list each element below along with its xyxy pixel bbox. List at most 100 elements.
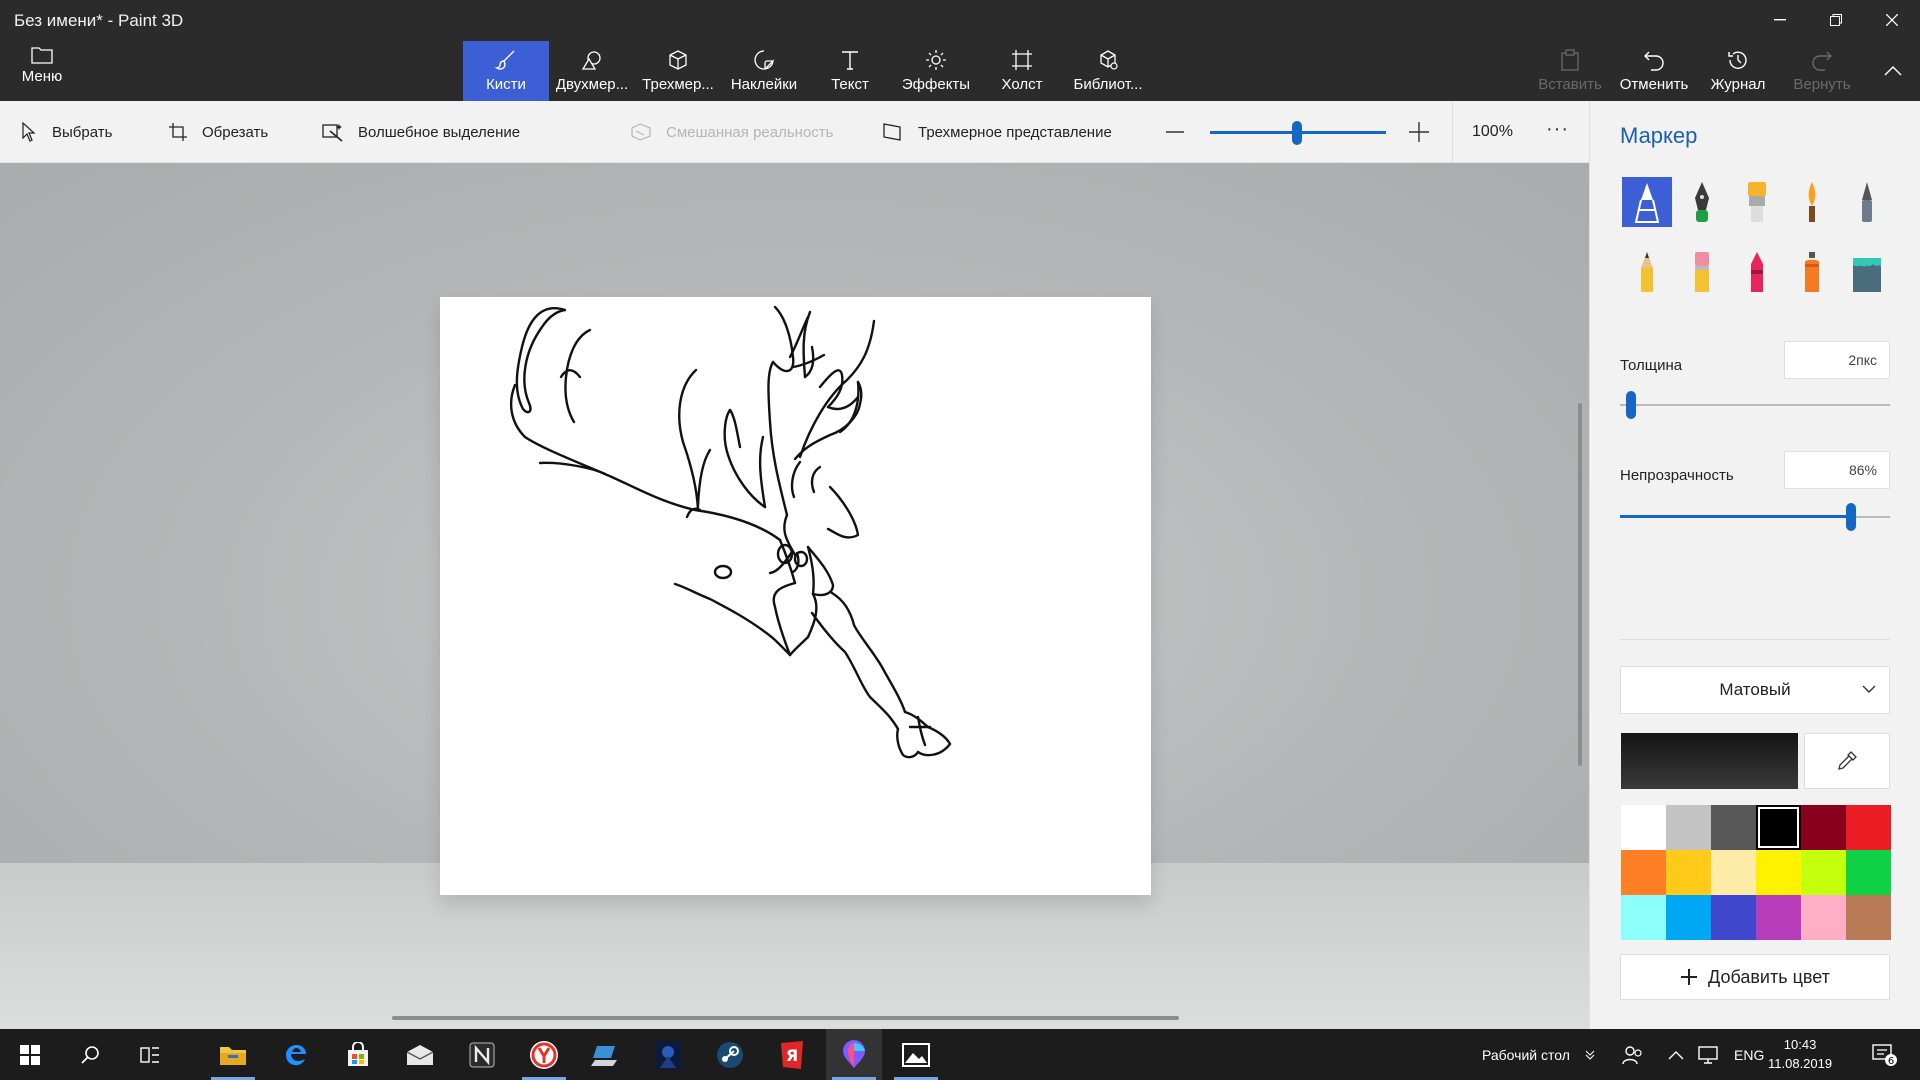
taskbar-store[interactable] [330,1029,386,1080]
tab-library[interactable]: Библиот... [1065,41,1151,101]
show-hidden-icons-button[interactable] [1668,1029,1684,1080]
mixed-reality-tool[interactable]: Смешанная реальность [630,101,833,163]
palette-color-swatch[interactable] [1621,895,1666,940]
brush-pencil[interactable] [1622,247,1672,297]
palette-color-swatch[interactable] [1801,850,1846,895]
menu-button[interactable]: Меню [14,46,70,96]
palette-color-swatch[interactable] [1666,850,1711,895]
collapse-ribbon-button[interactable] [1878,56,1908,86]
tray-overflow-chevron[interactable] [1585,1029,1595,1080]
brush-crayon[interactable] [1732,247,1782,297]
brush-watercolor[interactable] [1787,177,1837,227]
opacity-slider-thumb[interactable] [1846,503,1856,531]
opacity-input[interactable]: 86% [1784,451,1890,489]
tab-text[interactable]: Текст [807,41,893,101]
ribbon-tabs: Кисти Двухмер... Трехмер... Наклейки Тек… [463,41,1151,101]
tab-canvas[interactable]: Холст [979,41,1065,101]
taskbar-game[interactable] [640,1029,696,1080]
add-color-button[interactable]: Добавить цвет [1620,954,1890,1000]
palette-color-swatch[interactable] [1621,850,1666,895]
palette-color-swatch[interactable] [1756,850,1801,895]
stickers-icon [754,50,774,70]
magic-select-tool[interactable]: Волшебное выделение [322,101,520,163]
minimize-button[interactable] [1752,0,1808,40]
select-tool[interactable]: Выбрать [20,101,112,163]
3d-view-toggle[interactable]: Трехмерное представление [882,101,1112,163]
tab-2d-shapes[interactable]: Двухмер... [549,41,635,101]
taskbar-steam[interactable] [702,1029,758,1080]
canvas-toolbar: Выбрать Обрезать Волшебное выделение Сме… [0,101,1589,163]
palette-color-swatch[interactable] [1846,895,1891,940]
thickness-input[interactable]: 2пкс [1784,341,1890,379]
brush-spray-can[interactable] [1787,247,1837,297]
brush-fill-bucket[interactable] [1842,247,1892,297]
taskbar-edge[interactable] [268,1029,324,1080]
taskbar-network-app[interactable] [578,1029,634,1080]
network-status[interactable] [1698,1029,1718,1080]
brush-marker[interactable] [1622,177,1672,227]
redo-button[interactable]: Вернуть [1780,41,1864,101]
horizontal-scrollbar[interactable] [392,1016,1179,1020]
palette-color-swatch[interactable] [1666,805,1711,850]
palette-color-swatch[interactable] [1621,805,1666,850]
palette-color-swatch[interactable] [1756,805,1801,850]
crop-tool[interactable]: Обрезать [168,101,268,163]
taskbar-file-explorer[interactable] [205,1029,261,1080]
brush-oil[interactable] [1732,177,1782,227]
palette-color-swatch[interactable] [1711,850,1756,895]
desktop-toolbar-label[interactable]: Рабочий стол [1482,1029,1570,1080]
text-icon [842,51,858,70]
palette-color-swatch[interactable] [1801,805,1846,850]
palette-color-swatch[interactable] [1666,895,1711,940]
close-button[interactable] [1864,0,1920,40]
palette-color-swatch[interactable] [1846,805,1891,850]
start-button[interactable] [2,1029,58,1080]
taskbar-paint3d[interactable] [826,1029,882,1080]
more-options-button[interactable]: ··· [1546,101,1569,163]
finish-dropdown[interactable]: Матовый [1620,666,1890,714]
task-view-icon [140,1046,159,1063]
zoom-in-icon[interactable] [1406,119,1432,145]
tab-label: Кисти [486,76,526,93]
history-button[interactable]: Журнал [1696,41,1780,101]
search-button[interactable] [62,1029,118,1080]
paste-button[interactable]: Вставить [1528,41,1612,101]
ribbon-actions: Вставить Отменить Журнал Вернуть [1528,41,1864,101]
brush-eraser[interactable] [1677,247,1727,297]
action-center-button[interactable]: 6 [1872,1029,1898,1080]
input-language[interactable]: ENG [1734,1029,1764,1080]
undo-icon [1644,51,1664,71]
brush-calligraphy-pen[interactable] [1677,177,1727,227]
current-color-swatch[interactable] [1621,733,1798,789]
eyedropper-button[interactable] [1804,733,1890,789]
brush-pixel-pen[interactable] [1842,177,1892,227]
tab-stickers[interactable]: Наклейки [721,41,807,101]
taskbar-notion[interactable] [454,1029,510,1080]
tab-effects[interactable]: Эффекты [893,41,979,101]
palette-color-swatch[interactable] [1801,895,1846,940]
palette-color-swatch[interactable] [1711,805,1756,850]
thickness-slider-track[interactable] [1620,404,1890,406]
people-button[interactable] [1622,1029,1644,1080]
tab-brushes[interactable]: Кисти [463,41,549,101]
tab-3d-shapes[interactable]: Трехмер... [635,41,721,101]
palette-color-swatch[interactable] [1711,895,1756,940]
drawing-canvas[interactable] [440,297,1151,895]
task-view-button[interactable] [122,1029,178,1080]
taskbar-yandex[interactable]: Я [764,1029,820,1080]
3d-view-icon [883,123,901,141]
pencil-icon [1641,252,1653,292]
palette-color-swatch[interactable] [1846,850,1891,895]
taskbar-photos[interactable] [888,1029,944,1080]
vertical-scrollbar[interactable] [1578,403,1582,766]
palette-color-swatch[interactable] [1756,895,1801,940]
system-clock[interactable]: 10:43 11.08.2019 [1768,1035,1832,1073]
thickness-slider-thumb[interactable] [1626,391,1636,419]
zoom-out-icon[interactable] [1162,119,1188,145]
taskbar-yandex-browser[interactable] [516,1029,572,1080]
restore-button[interactable] [1808,0,1864,40]
zoom-value[interactable]: 100% [1472,101,1513,163]
undo-button[interactable]: Отменить [1612,41,1696,101]
zoom-slider-thumb[interactable] [1292,121,1302,145]
taskbar-mail[interactable] [392,1029,448,1080]
